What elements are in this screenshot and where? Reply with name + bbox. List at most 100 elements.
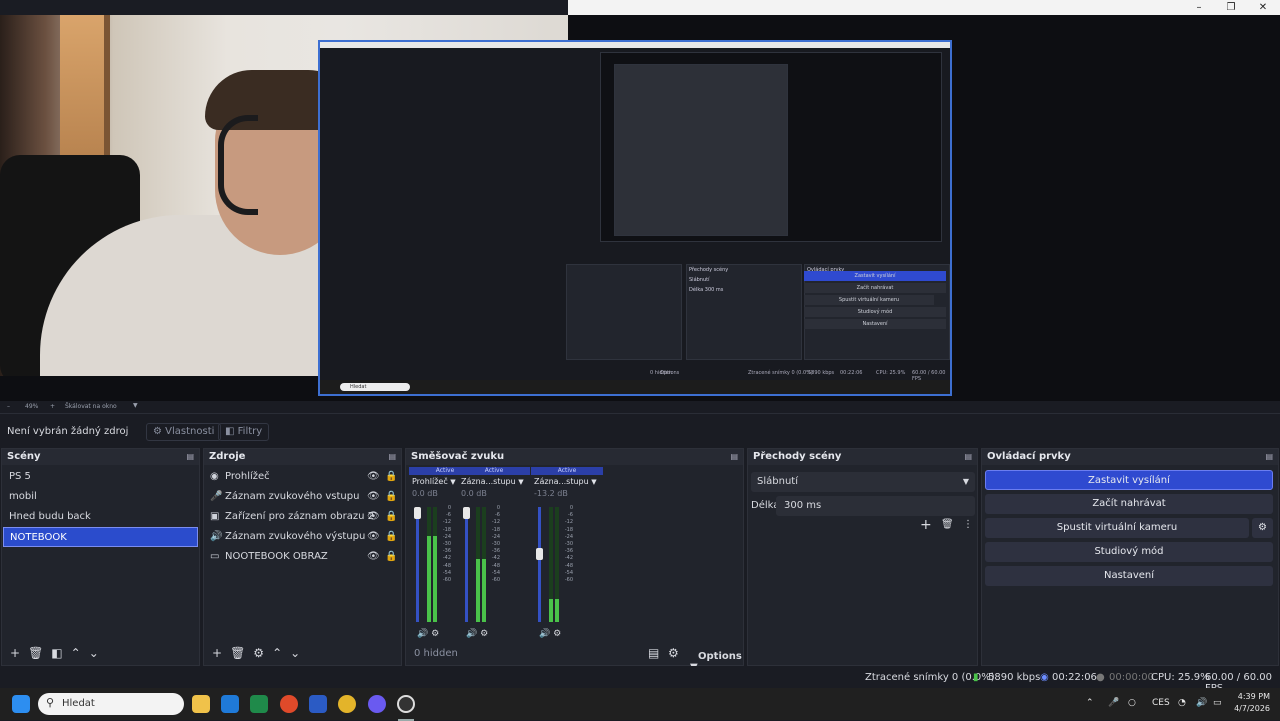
start-record-button[interactable]: Začít nahrávat (985, 494, 1273, 514)
gear-icon[interactable]: ⚙ (668, 646, 679, 660)
eye-icon[interactable]: 👁 (367, 487, 380, 507)
chevron-down-icon[interactable]: ▼ (133, 402, 138, 409)
trash-icon[interactable]: 🗑 (28, 646, 43, 660)
channel-name[interactable]: Zázna...stupu ▼ (458, 475, 530, 489)
speaker-icon[interactable]: 🔊 (417, 629, 428, 639)
filter-icon[interactable]: ◧ (51, 646, 62, 660)
db-scale-tick: -18 (442, 526, 451, 533)
mixer-channel: Active Zázna...stupu ▼ -13.2 dB 0 -6 -12 -18 -2… (531, 467, 603, 647)
scene-item[interactable]: Hned budu back (3, 507, 198, 527)
gear-icon[interactable]: ⚙ (480, 629, 488, 639)
eye-icon[interactable]: 👁 (367, 507, 380, 527)
chevron-up-icon[interactable]: ⌃ (1086, 698, 1094, 708)
excel-icon[interactable] (250, 695, 268, 713)
transition-select[interactable]: Slábnutí ▼ (751, 472, 975, 492)
signal-icon: ▮ (973, 672, 979, 683)
lock-icon[interactable]: 🔒 (385, 467, 397, 487)
eye-icon[interactable]: 👁 (367, 547, 380, 567)
channel-name[interactable]: Zázna...stupu ▼ (531, 475, 603, 489)
maximize-icon[interactable]: ❐ (1216, 0, 1246, 15)
db-scale-tick: 0 (447, 505, 451, 511)
stop-stream-button[interactable]: Zastavit vysílání (985, 470, 1273, 490)
up-arrow-icon[interactable]: ⌃ (272, 646, 282, 660)
obs-icon[interactable] (397, 695, 415, 713)
source-item[interactable]: ◉ Prohlížeč 👁 🔒 (204, 467, 401, 487)
gear-icon[interactable]: ⚙ (431, 629, 439, 639)
scene-item[interactable]: PS 5 (3, 467, 198, 487)
status-bar: Ztracené snímky 0 (0.0%) ▮ 5890 kbps ◉ 0… (0, 666, 1280, 694)
microphone-icon[interactable]: 🎤 (1108, 698, 1119, 708)
properties-button[interactable]: ⚙ Vlastnosti (146, 423, 222, 441)
close-icon[interactable]: ✕ (1248, 0, 1278, 15)
scene-item[interactable]: mobil (3, 487, 198, 507)
undock-icon[interactable]: ▤ (730, 452, 738, 461)
battery-icon[interactable]: ▭ (1213, 698, 1222, 708)
duration-spinbox[interactable]: 300 ms (776, 496, 975, 516)
more-icon[interactable]: ⋮ (963, 519, 973, 530)
gear-icon: ⚙ (153, 426, 162, 437)
chrome-icon[interactable] (338, 695, 356, 713)
word-icon[interactable] (309, 695, 327, 713)
wifi-icon[interactable]: ◔ (1178, 698, 1186, 708)
discord-icon[interactable] (368, 695, 386, 713)
scene-item-selected[interactable]: NOTEBOOK (3, 527, 198, 547)
file-explorer-icon[interactable] (192, 695, 210, 713)
gear-icon[interactable]: ⚙ (553, 629, 561, 639)
eye-icon[interactable]: 👁 (367, 527, 380, 547)
zoom-out-icon[interactable]: – (7, 403, 10, 410)
volume-fader[interactable] (414, 507, 421, 622)
globe-icon[interactable]: ○ (1128, 698, 1136, 708)
stream-icon: ◉ (1040, 672, 1049, 683)
source-item[interactable]: 🔊 Záznam zvukového výstupu 👁 🔒 (204, 527, 401, 547)
gear-icon[interactable]: ⚙ (253, 646, 264, 660)
settings-button[interactable]: Nastavení (985, 566, 1273, 586)
speaker-icon[interactable]: 🔊 (466, 629, 477, 639)
outlook-icon[interactable] (221, 695, 239, 713)
speaker-icon[interactable]: 🔊 (539, 629, 550, 639)
lock-icon[interactable]: 🔒 (385, 487, 397, 507)
volume-icon[interactable]: 🔊 (1196, 698, 1207, 708)
down-arrow-icon[interactable]: ⌄ (290, 646, 300, 660)
pdf-icon[interactable] (280, 695, 298, 713)
volume-fader[interactable] (463, 507, 470, 622)
zoom-in-icon[interactable]: + (50, 403, 55, 410)
virtual-cam-settings-button[interactable]: ⚙ (1252, 518, 1273, 538)
scale-mode[interactable]: Škálovat na okno (65, 403, 117, 410)
start-icon[interactable] (12, 695, 30, 713)
add-icon[interactable]: + (920, 517, 932, 533)
db-scale-tick: -36 (564, 548, 573, 555)
language[interactable]: CES (1152, 698, 1170, 708)
filters-button[interactable]: ◧ Filtry (218, 423, 270, 441)
source-item[interactable]: ▣ Zařízení pro záznam obrazu 2 👁 🔒 (204, 507, 401, 527)
source-item[interactable]: ▭ NOOTEBOOK OBRAZ 👁 🔒 (204, 547, 401, 567)
channel-db: 0.0 dB (461, 489, 487, 498)
undock-icon[interactable]: ▤ (186, 452, 194, 461)
undock-icon[interactable]: ▤ (1265, 452, 1273, 461)
eye-icon[interactable]: 👁 (367, 467, 380, 487)
minimize-icon[interactable]: – (1184, 0, 1214, 15)
source-item[interactable]: 🎤 Záznam zvukového vstupu 👁 🔒 (204, 487, 401, 507)
lock-icon[interactable]: 🔒 (385, 527, 397, 547)
undock-icon[interactable]: ▤ (964, 452, 972, 461)
fader-handle[interactable] (414, 507, 421, 519)
layout-icon[interactable]: ▤ (648, 646, 659, 660)
lock-icon[interactable]: 🔒 (385, 507, 397, 527)
undock-icon[interactable]: ▤ (388, 452, 396, 461)
clock-time[interactable]: 4:39 PM (1236, 692, 1270, 701)
virtual-cam-button[interactable]: Spustit virtuální kameru (985, 518, 1249, 538)
clock-date[interactable]: 4/7/2026 (1232, 704, 1270, 713)
up-arrow-icon[interactable]: ⌃ (71, 646, 81, 660)
trash-icon[interactable]: 🗑 (941, 519, 954, 530)
down-arrow-icon[interactable]: ⌄ (89, 646, 99, 660)
fader-handle[interactable] (536, 548, 543, 561)
add-icon[interactable]: + (212, 646, 222, 660)
preview-canvas[interactable]: Přechody scény Slábnutí Délka 300 ms Ovl… (0, 15, 1280, 401)
studio-mode-button[interactable]: Studiový mód (985, 542, 1273, 562)
taskbar-search[interactable]: Hledat (38, 693, 184, 715)
active-badge: Active (458, 467, 530, 475)
add-icon[interactable]: + (10, 646, 20, 660)
lock-icon[interactable]: 🔒 (385, 547, 397, 567)
volume-fader[interactable] (536, 507, 543, 622)
fader-handle[interactable] (463, 507, 470, 519)
trash-icon[interactable]: 🗑 (230, 646, 245, 660)
